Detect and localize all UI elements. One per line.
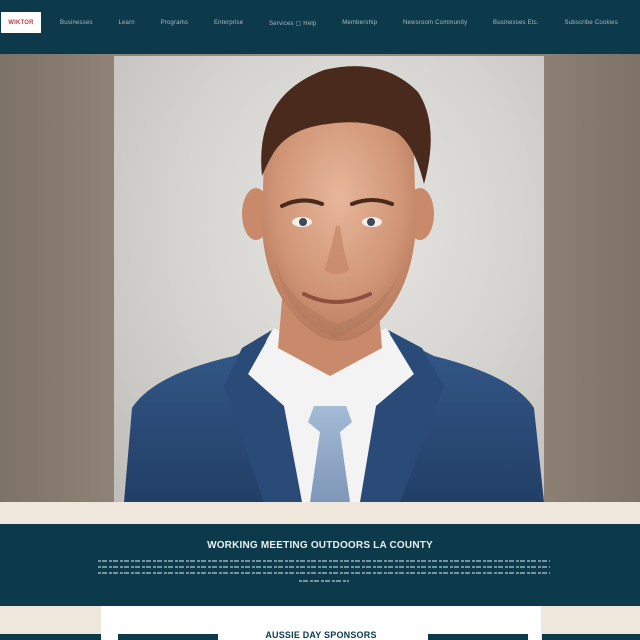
nav-item-1[interactable]: Businesses: [60, 20, 93, 26]
description-line: [98, 572, 550, 574]
nav-item-4[interactable]: Enterprise: [214, 20, 243, 26]
bottom-bar-left: [0, 634, 105, 640]
main-nav: Businesses Learn Programs Enterprise Ser…: [60, 14, 618, 32]
page: WIKTOR Businesses Learn Programs Enterpr…: [0, 0, 640, 640]
description-line: [98, 566, 550, 568]
nav-item-9[interactable]: Subscribe Cookies: [564, 20, 617, 26]
band-description: [98, 560, 550, 582]
nav-item-6[interactable]: Membership: [342, 20, 377, 26]
top-navigation-bar: WIKTOR Businesses Learn Programs Enterpr…: [0, 0, 640, 54]
nav-item-7[interactable]: Newsroom Community: [403, 20, 467, 26]
read-more-link[interactable]: [299, 580, 349, 582]
bottom-bar-mid-left: [118, 634, 218, 640]
nav-item-2[interactable]: Learn: [118, 20, 134, 26]
band-title: WORKING MEETING OUTDOORS LA COUNTY: [207, 540, 433, 551]
bottom-bar-right: [542, 634, 640, 640]
site-logo[interactable]: WIKTOR: [1, 12, 41, 33]
nav-item-8[interactable]: Businesses Etc.: [493, 20, 539, 26]
bottom-section: AUSSIE DAY SPONSORS: [0, 606, 640, 640]
bottom-bar-mid-right: [428, 634, 528, 640]
info-band: WORKING MEETING OUTDOORS LA COUNTY: [0, 524, 640, 606]
logo-text: WIKTOR: [8, 19, 34, 26]
portrait-image: [114, 56, 544, 502]
nav-item-3[interactable]: Programs: [161, 20, 189, 26]
divider-strip: [0, 502, 640, 524]
portrait-illustration: [124, 66, 544, 502]
description-line: [98, 560, 550, 562]
hero-section: [0, 54, 640, 502]
nav-item-5[interactable]: Services ▢ Help: [269, 20, 316, 27]
